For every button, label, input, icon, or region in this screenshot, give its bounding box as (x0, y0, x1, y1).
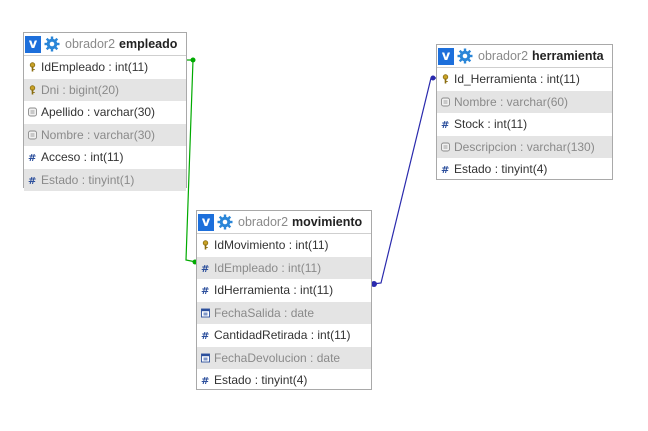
text-field-icon (441, 142, 450, 152)
field-row[interactable]: # IdEmpleado : int(11) (197, 256, 371, 279)
field-label: Estado : tinyint(4) (214, 373, 308, 388)
table-title: obrador2 movimiento (238, 215, 362, 229)
field-label: Id_Herramienta : int(11) (454, 72, 580, 87)
relation-line-empleado-movimiento[interactable] (185, 59, 197, 263)
numeric-field-icon: # (28, 152, 37, 162)
svg-text:#: # (201, 376, 209, 385)
relation-endpoint-herramienta (430, 75, 436, 81)
field-row[interactable]: # IdHerramienta : int(11) (197, 279, 371, 302)
field-label: FechaDevolucion : date (214, 350, 341, 365)
key-icon (201, 240, 210, 250)
svg-text:#: # (441, 120, 449, 129)
field-row[interactable]: Descripcion : varchar(130) (437, 135, 612, 158)
key-icon (441, 74, 450, 84)
svg-text:#: # (201, 331, 209, 340)
numeric-field-icon: # (201, 285, 210, 295)
table-header[interactable]: v obrador2 herramienta (437, 45, 612, 68)
gear-icon[interactable] (43, 35, 61, 53)
field-label: Stock : int(11) (454, 117, 528, 132)
field-label: Descripcion : varchar(130) (454, 139, 595, 154)
field-label: Estado : tinyint(4) (454, 162, 548, 177)
relation-endpoint-empleado (190, 57, 196, 63)
field-label: IdHerramienta : int(11) (214, 283, 334, 298)
field-row[interactable]: # Stock : int(11) (437, 113, 612, 136)
table-db-name: obrador2 (65, 37, 116, 51)
svg-text:#: # (28, 176, 36, 185)
text-field-icon (28, 107, 37, 117)
toggle-view-icon[interactable]: v (198, 213, 214, 231)
numeric-field-icon: # (201, 375, 210, 385)
numeric-field-icon: # (201, 330, 210, 340)
field-row[interactable]: Apellido : varchar(30) (24, 101, 186, 124)
field-label: Dni : bigint(20) (41, 82, 120, 97)
field-row[interactable]: FechaDevolucion : date (197, 346, 371, 369)
table-header[interactable]: v obrador2 movimiento (197, 211, 371, 234)
table-db-name: obrador2 (478, 49, 529, 63)
relation-line-herramienta-movimiento[interactable] (372, 77, 436, 285)
field-row[interactable]: Id_Herramienta : int(11) (437, 68, 612, 91)
gear-icon[interactable] (216, 213, 234, 231)
field-row[interactable]: IdMovimiento : int(11) (197, 234, 371, 257)
text-field-icon (28, 130, 37, 140)
date-field-icon (201, 308, 210, 318)
field-label: CantidadRetirada : int(11) (214, 328, 351, 343)
field-row[interactable]: FechaSalida : date (197, 301, 371, 324)
key-icon (28, 62, 37, 72)
gear-icon[interactable] (456, 47, 474, 65)
field-row[interactable]: # Estado : tinyint(4) (437, 158, 612, 181)
table-title: obrador2 herramienta (478, 49, 604, 63)
table-herramienta[interactable]: v obrador2 herramienta Id_Herramienta : i… (436, 44, 613, 180)
table-header[interactable]: v obrador2 empleado (24, 33, 186, 56)
text-field-icon (441, 97, 450, 107)
field-label: IdEmpleado : int(11) (214, 260, 322, 275)
toggle-view-icon[interactable]: v (25, 35, 41, 53)
field-label: Estado : tinyint(1) (41, 172, 135, 187)
svg-text:#: # (201, 264, 209, 273)
field-list: IdEmpleado : int(11) Dni : bigint(20) Apel… (24, 56, 186, 191)
field-label: IdEmpleado : int(11) (41, 60, 149, 75)
table-name: herramienta (532, 49, 604, 63)
numeric-field-icon: # (441, 164, 450, 174)
field-label: FechaSalida : date (214, 305, 315, 320)
field-row[interactable]: IdEmpleado : int(11) (24, 56, 186, 79)
field-row[interactable]: # CantidadRetirada : int(11) (197, 324, 371, 347)
svg-text:#: # (28, 153, 36, 162)
field-label: Nombre : varchar(60) (454, 94, 569, 109)
svg-text:#: # (441, 165, 449, 174)
field-row[interactable]: # Acceso : int(11) (24, 146, 186, 169)
field-list: Id_Herramienta : int(11) Nombre : varchar… (437, 68, 612, 181)
key-icon (28, 85, 37, 95)
numeric-field-icon: # (201, 263, 210, 273)
field-row[interactable]: Nombre : varchar(30) (24, 123, 186, 146)
table-empleado[interactable]: v obrador2 empleado IdEmpleado : int(11) D… (23, 32, 187, 191)
field-label: Acceso : int(11) (41, 150, 124, 165)
numeric-field-icon: # (28, 175, 37, 185)
field-list: IdMovimiento : int(11) # IdEmpleado : int(… (197, 234, 371, 392)
table-title: obrador2 empleado (65, 37, 177, 51)
field-row[interactable]: Dni : bigint(20) (24, 78, 186, 101)
field-row[interactable]: Nombre : varchar(60) (437, 90, 612, 113)
table-name: movimiento (292, 215, 363, 229)
toggle-view-icon[interactable]: v (438, 47, 454, 65)
numeric-field-icon: # (441, 119, 450, 129)
field-label: Nombre : varchar(30) (41, 127, 156, 142)
table-movimiento[interactable]: v obrador2 movimiento IdMovimiento : int(… (196, 210, 372, 390)
field-label: IdMovimiento : int(11) (214, 238, 329, 253)
field-row[interactable]: # Estado : tinyint(4) (197, 369, 371, 392)
svg-text:#: # (201, 286, 209, 295)
table-name: empleado (119, 37, 178, 51)
table-db-name: obrador2 (238, 215, 289, 229)
field-label: Apellido : varchar(30) (41, 105, 156, 120)
field-row[interactable]: # Estado : tinyint(1) (24, 168, 186, 191)
date-field-icon (201, 353, 210, 363)
